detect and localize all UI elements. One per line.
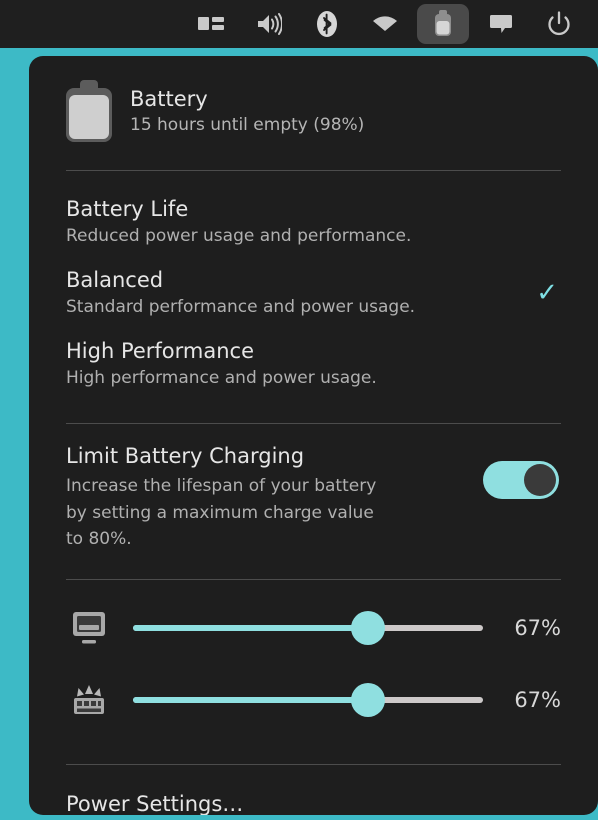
keyboard-backlight-value: 67% bbox=[514, 688, 561, 713]
profile-description: Reduced power usage and performance. bbox=[66, 226, 412, 247]
display-brightness-slider-row: 67% bbox=[66, 592, 561, 664]
display-brightness-icon bbox=[66, 611, 112, 645]
profile-title: Battery Life bbox=[66, 197, 189, 221]
profile-option-battery-life[interactable]: Battery Life Reduced power usage and per… bbox=[66, 182, 561, 253]
profile-title: High Performance bbox=[66, 338, 255, 363]
tray-chat-button[interactable] bbox=[475, 4, 527, 44]
battery-status-icon bbox=[66, 80, 112, 142]
profile-title: Balanced bbox=[66, 267, 164, 292]
wifi-icon bbox=[372, 16, 398, 32]
tray-power-button[interactable] bbox=[533, 4, 585, 44]
power-settings-link[interactable]: Power Settings… bbox=[66, 792, 561, 815]
tray-wifi-button[interactable] bbox=[359, 4, 411, 44]
tray-display-layout-button[interactable] bbox=[185, 4, 237, 44]
tray-battery-button[interactable] bbox=[417, 4, 469, 44]
keyboard-backlight-slider[interactable] bbox=[133, 683, 483, 718]
battery-status-text: 15 hours until empty (98%) bbox=[130, 114, 365, 135]
keyboard-backlight-icon bbox=[66, 683, 112, 717]
tray-bluetooth-button[interactable] bbox=[301, 4, 353, 44]
bluetooth-icon bbox=[316, 10, 338, 38]
limit-charging-description: Increase the lifespan of your battery by… bbox=[66, 476, 377, 550]
slider-fill bbox=[133, 625, 368, 632]
page-title: Battery bbox=[130, 86, 208, 111]
keyboard-backlight-slider-row: 67% bbox=[66, 664, 561, 736]
profile-description: Standard performance and power usage. bbox=[66, 297, 416, 318]
profile-option-balanced[interactable]: Balanced Standard performance and power … bbox=[66, 253, 561, 324]
footer: Power Settings… bbox=[66, 765, 561, 815]
tray-volume-button[interactable] bbox=[243, 4, 295, 44]
slider-fill bbox=[133, 697, 368, 704]
limit-charging-toggle[interactable] bbox=[483, 460, 559, 499]
battery-header: Battery 15 hours until empty (98%) bbox=[66, 56, 561, 142]
display-brightness-value: 67% bbox=[514, 616, 561, 641]
display-brightness-slider[interactable] bbox=[133, 611, 483, 646]
slider-handle[interactable] bbox=[350, 611, 385, 646]
limit-battery-charging-row: Limit Battery Charging Increase the life… bbox=[66, 424, 561, 552]
slider-list: 67% 67% bbox=[66, 580, 561, 736]
battery-popover-panel: Battery 15 hours until empty (98%) Batte… bbox=[29, 56, 598, 815]
chat-icon bbox=[489, 14, 513, 34]
system-tray-bar bbox=[0, 0, 598, 48]
display-layout-icon bbox=[198, 15, 224, 33]
volume-icon bbox=[256, 12, 282, 36]
battery-icon bbox=[432, 10, 454, 38]
toggle-knob bbox=[524, 463, 556, 496]
profile-description: High performance and power usage. bbox=[66, 368, 377, 389]
limit-charging-title: Limit Battery Charging bbox=[66, 443, 305, 468]
checkmark-icon: ✓ bbox=[536, 277, 558, 308]
slider-handle[interactable] bbox=[350, 683, 385, 718]
profile-option-high-performance[interactable]: High Performance High performance and po… bbox=[66, 324, 561, 395]
power-profile-list: Battery Life Reduced power usage and per… bbox=[66, 171, 561, 395]
power-icon bbox=[547, 11, 571, 37]
